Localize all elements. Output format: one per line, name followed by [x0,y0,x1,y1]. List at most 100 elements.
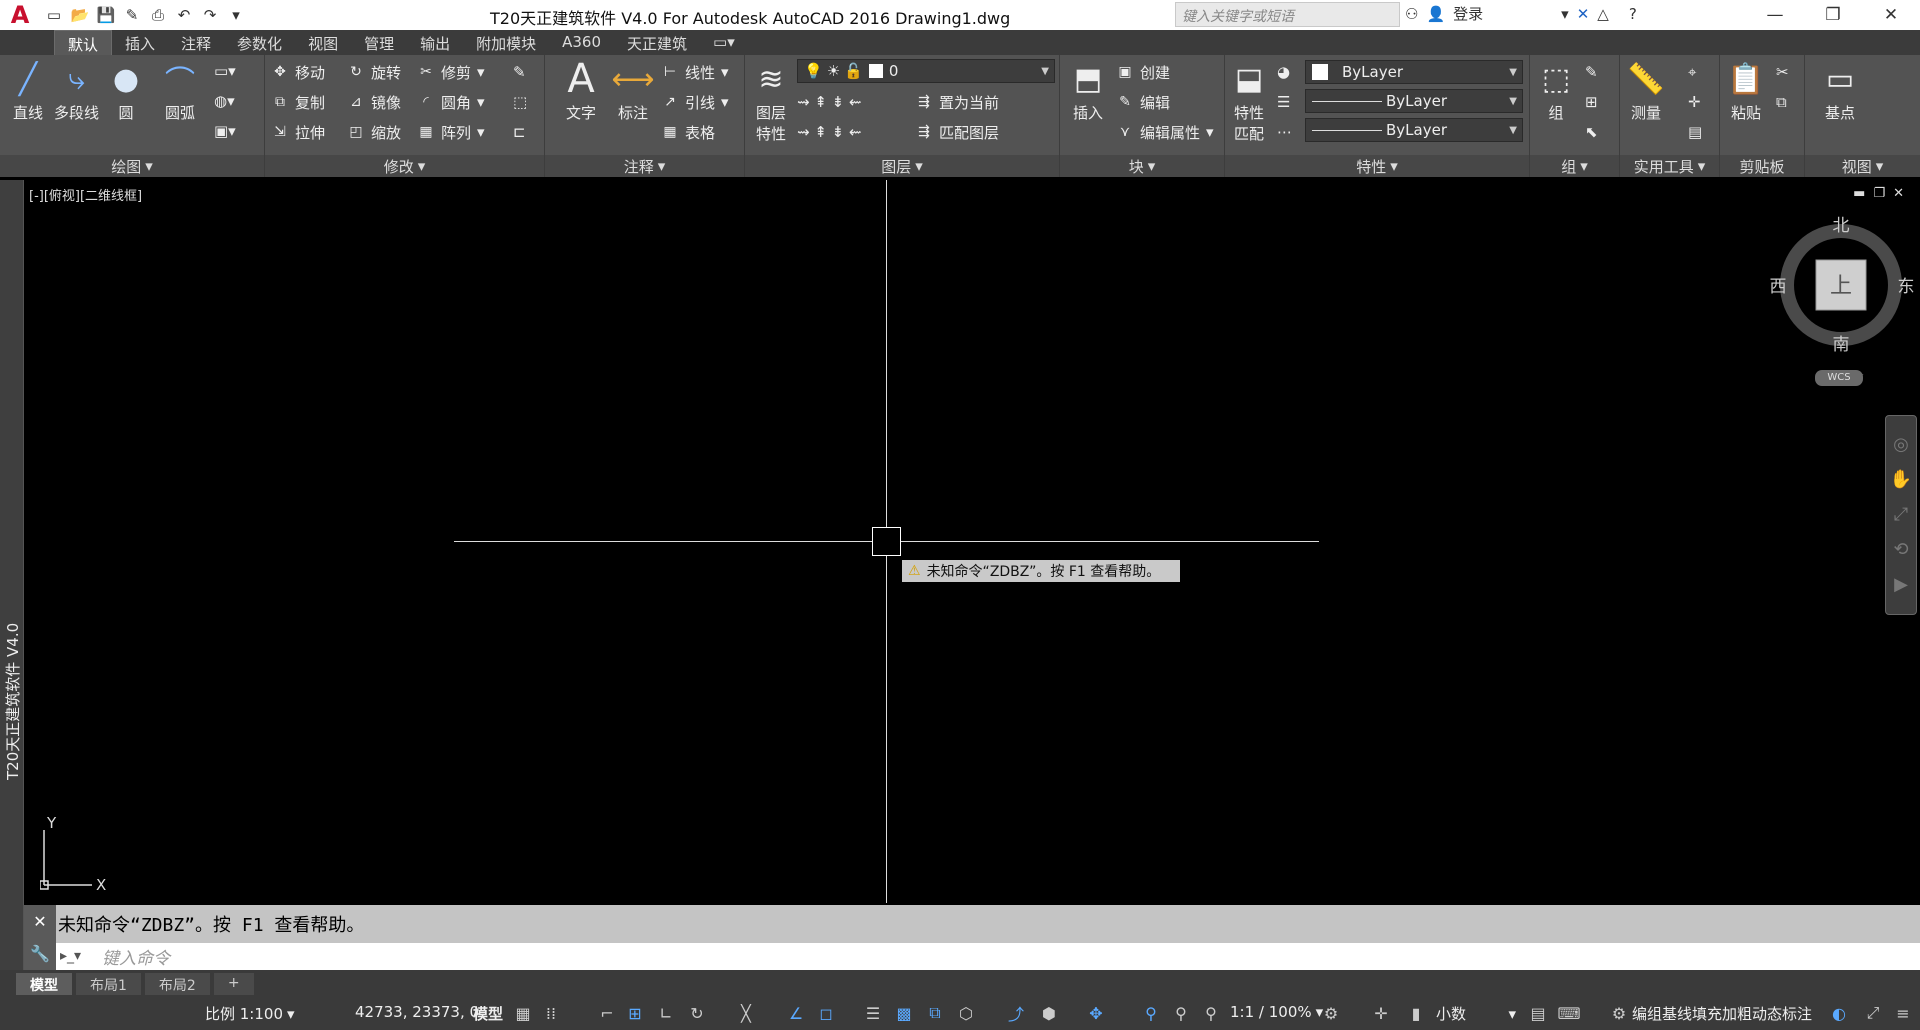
hatch-icon[interactable]: ◍▾ [214,90,235,112]
view-panel-title[interactable]: 视图 ▾ [1805,155,1920,177]
tab-parametric[interactable]: 参数化 [224,30,295,55]
tab-view[interactable]: 视图 [295,30,351,55]
rectangle-icon[interactable]: ▭▾ [214,60,236,82]
orbit-icon[interactable]: ⟲ [1886,539,1916,560]
new-icon[interactable]: ▭ [44,5,64,25]
customization-icon[interactable]: ≡ [1892,1002,1914,1024]
plot-icon[interactable]: ⎙ [148,5,168,25]
dimension-button[interactable]: ⟷ 标注 [612,59,655,123]
group-select-icon[interactable]: ⬉ [1585,121,1598,143]
ribbon-minimize-button[interactable]: ▭▾ [700,30,748,55]
tangent-side-menu[interactable]: T20天正建筑软件 V4.0 [0,180,24,970]
showmotion-icon[interactable]: ▶ [1886,574,1916,595]
command-input[interactable]: 键入命令 [24,943,1920,970]
table-button[interactable]: ▦ 表格 [661,121,715,143]
group-edit-icon[interactable]: ✎ [1585,61,1598,83]
isodraft-icon[interactable]: ╳ [735,1002,757,1024]
dynamic-ucs-icon[interactable]: ⤴ [1005,1002,1027,1024]
user-icon[interactable]: 👤 [1426,5,1445,23]
modify-panel-title[interactable]: 修改 ▾ [265,155,544,177]
layer-dropdown[interactable]: 💡 ☀ 🔓 0 ▼ [797,59,1055,83]
tab-layout2[interactable]: 布局2 [144,973,210,995]
copy-button[interactable]: ⧉ 复制 [271,91,325,113]
infer-constraints-icon[interactable]: ⌐ [596,1002,618,1024]
units-dropdown[interactable]: 小数 ▾ [1436,1003,1516,1024]
id-point-icon[interactable]: ✛ [1688,91,1701,113]
offset-icon[interactable]: ⊏ [513,121,526,143]
tab-addins[interactable]: 附加模块 [463,30,549,55]
groups-panel-title[interactable]: 组 ▾ [1530,155,1619,177]
selection-cycling-icon[interactable]: ⧉ [924,1002,946,1024]
annotation-monitor-icon[interactable]: ✛ [1370,1002,1392,1024]
match-properties-button[interactable]: ⬓ 特性 匹配 [1229,59,1269,144]
tab-model[interactable]: 模型 [16,973,72,995]
coordinates-display[interactable]: 42733, 23373, 0 [355,1003,479,1021]
annotation-scale-dropdown[interactable]: 1:1 / 100% ▾ [1230,1003,1323,1021]
object-snap-tracking-icon[interactable]: ∠ [785,1002,807,1024]
tz-group-icon[interactable]: ⚙ [1608,1002,1630,1024]
grid-icon[interactable]: ▦ [512,1002,534,1024]
close-command-line-icon[interactable]: ✕ [33,912,46,931]
save-icon[interactable]: 💾 [96,5,116,25]
gizmo-icon[interactable]: ✥ [1085,1002,1107,1024]
line-button[interactable]: ╱ 直线 [8,59,48,123]
arc-button[interactable]: ⌒ 圆弧 [160,59,200,123]
quick-properties-icon[interactable]: ▤ [1527,1002,1549,1024]
drawing-close-icon[interactable]: ✕ [1893,186,1904,201]
scale-dropdown[interactable]: 比例 1:100 ▾ [205,1003,295,1024]
calculator-icon[interactable]: ▤ [1688,121,1702,143]
model-space-button[interactable]: 模型 [473,1003,503,1024]
auto-scale-icon[interactable]: ⚲ [1170,1002,1192,1024]
tab-output[interactable]: 输出 [407,30,463,55]
text-button[interactable]: A 文字 [561,56,601,123]
binoculars-icon[interactable]: ⚇ [1405,5,1418,23]
paste-button[interactable]: 📋 粘贴 [1726,59,1766,123]
polyline-button[interactable]: ⤷ 多段线 [54,59,99,123]
a360-icon[interactable]: △ [1597,5,1609,23]
workspace-gear-icon[interactable]: ⚙ [1320,1002,1342,1024]
lineweight-icon[interactable]: ☰ [1277,91,1290,113]
edit-attributes-button[interactable]: ⋎ 编辑属性 ▾ [1116,121,1214,143]
tab-a360[interactable]: A360 [549,30,614,55]
edit-block-button[interactable]: ✎ 编辑 [1116,91,1170,113]
transparency-icon[interactable]: ▩ [893,1002,915,1024]
redo-icon[interactable]: ↷ [200,5,220,25]
copy-clip-icon[interactable]: ⧉ [1776,91,1787,113]
fillet-button[interactable]: ◜ 圆角 ▾ [417,91,484,113]
viewport-controls-label[interactable]: [-][俯视][二维线框] [29,185,142,204]
circle-button[interactable]: ● 圆 [106,59,146,123]
linetype-dropdown[interactable]: ByLayer ▼ [1305,89,1523,113]
drawing-minimize-icon[interactable]: ▬ [1853,186,1865,201]
snap-mode-icon[interactable]: ⁞⁞ [540,1002,562,1024]
stretch-button[interactable]: ⇲ 拉伸 [271,121,325,143]
login-button[interactable]: 登录 [1453,3,1483,24]
customize-wrench-icon[interactable]: 🔧 [30,944,50,963]
make-current-button[interactable]: ⇶ 置为当前 [915,91,999,113]
color-dropdown[interactable]: ByLayer ▼ [1305,60,1523,84]
cut-icon[interactable]: ✂ [1776,61,1789,83]
ortho-icon[interactable]: ∟ [655,1002,677,1024]
lineweight-dropdown[interactable]: ByLayer ▼ [1305,118,1523,142]
create-block-button[interactable]: ▣ 创建 [1116,61,1170,83]
trim-button[interactable]: ✂ 修剪 ▾ [417,61,484,83]
tab-layout1[interactable]: 布局1 [76,973,141,995]
tab-annotate[interactable]: 注释 [168,30,224,55]
drawing-restore-icon[interactable]: ❐ [1873,186,1885,201]
insert-block-button[interactable]: ⬒ 插入 [1068,59,1108,123]
point-style-icon[interactable]: ⌖ [1688,61,1696,83]
exchange-icon[interactable]: ✕ [1577,5,1590,23]
open-icon[interactable]: 📂 [70,5,90,25]
properties-panel-title[interactable]: 特性 ▾ [1225,155,1529,177]
zoom-extents-icon[interactable]: ⤢ [1886,504,1916,525]
dynamic-input-icon[interactable]: ⊞ [624,1002,646,1024]
move-button[interactable]: ✥ 移动 [271,61,325,83]
polar-tracking-icon[interactable]: ↻ [686,1002,708,1024]
measure-button[interactable]: 📏 测量 [1626,59,1666,123]
selection-filter-icon[interactable]: ⬢ [1038,1002,1060,1024]
layers-panel-title[interactable]: 图层 ▾ [745,155,1059,177]
command-prompt-icon[interactable]: ▸_▾ [60,948,81,964]
rotate-button[interactable]: ↻ 旋转 [347,61,401,83]
layer-tools-icons-row2[interactable]: ⇝ ⇞ ⇟ ⇜ [797,121,862,143]
utilities-panel-title[interactable]: 实用工具 ▾ [1620,155,1719,177]
steering-wheel-icon[interactable]: ◎ [1886,434,1916,455]
